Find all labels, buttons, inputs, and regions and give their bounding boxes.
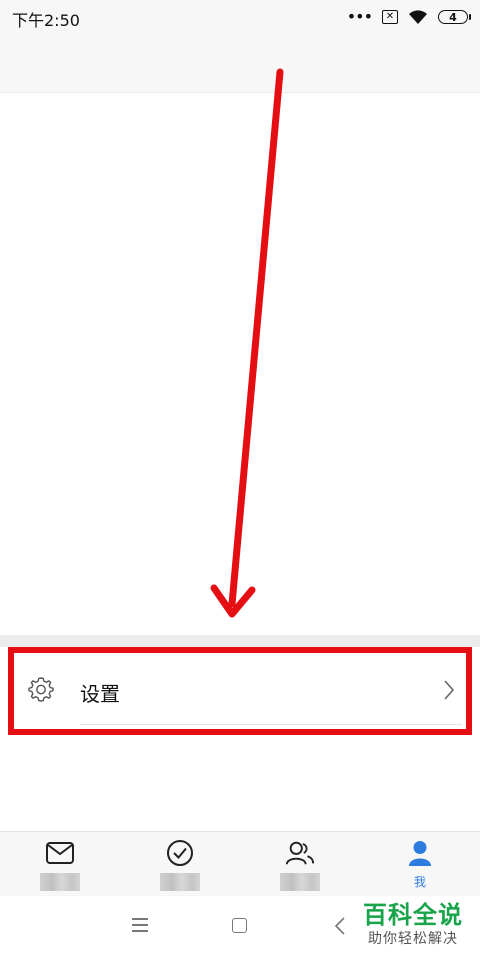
status-icons: ••• ✕ 4 xyxy=(346,7,471,26)
nav-label-mail xyxy=(40,873,80,891)
check-circle-icon xyxy=(165,839,195,867)
nav-label-tasks xyxy=(160,873,200,891)
nav-label-me: 我 xyxy=(413,875,426,889)
row-divider xyxy=(80,724,462,725)
status-bar: 下午2:50 ••• ✕ 4 xyxy=(0,0,480,34)
wifi-icon xyxy=(408,9,428,25)
bottom-nav: 我 xyxy=(0,831,480,897)
gear-icon xyxy=(28,676,54,702)
watermark-subtitle: 助你轻松解决 xyxy=(368,931,458,947)
nav-item-me[interactable]: 我 xyxy=(360,832,480,897)
contacts-icon xyxy=(285,839,315,867)
chevron-right-icon xyxy=(442,679,456,701)
watermark-title: 百科全说 xyxy=(363,901,463,929)
nav-label-contacts xyxy=(280,873,320,891)
back-button[interactable] xyxy=(334,916,346,936)
battery-icon: 4 xyxy=(438,10,471,24)
content-area xyxy=(0,93,480,635)
more-dots-icon: ••• xyxy=(346,7,373,26)
no-sim-icon: ✕ xyxy=(382,10,398,24)
nav-item-mail[interactable] xyxy=(0,832,120,897)
section-divider xyxy=(0,635,480,647)
nav-item-tasks[interactable] xyxy=(120,832,240,897)
watermark: 百科全说 助你轻松解决 xyxy=(358,900,468,948)
page-header xyxy=(0,34,480,93)
home-button[interactable] xyxy=(232,918,247,933)
mail-icon xyxy=(45,839,75,867)
battery-level: 4 xyxy=(449,10,457,24)
person-icon xyxy=(405,839,435,867)
settings-label: 设置 xyxy=(80,682,120,706)
recent-apps-button[interactable] xyxy=(132,918,148,932)
settings-row[interactable]: 设置 xyxy=(8,647,472,735)
nav-item-contacts[interactable] xyxy=(240,832,360,897)
status-time: 下午2:50 xyxy=(12,11,80,30)
